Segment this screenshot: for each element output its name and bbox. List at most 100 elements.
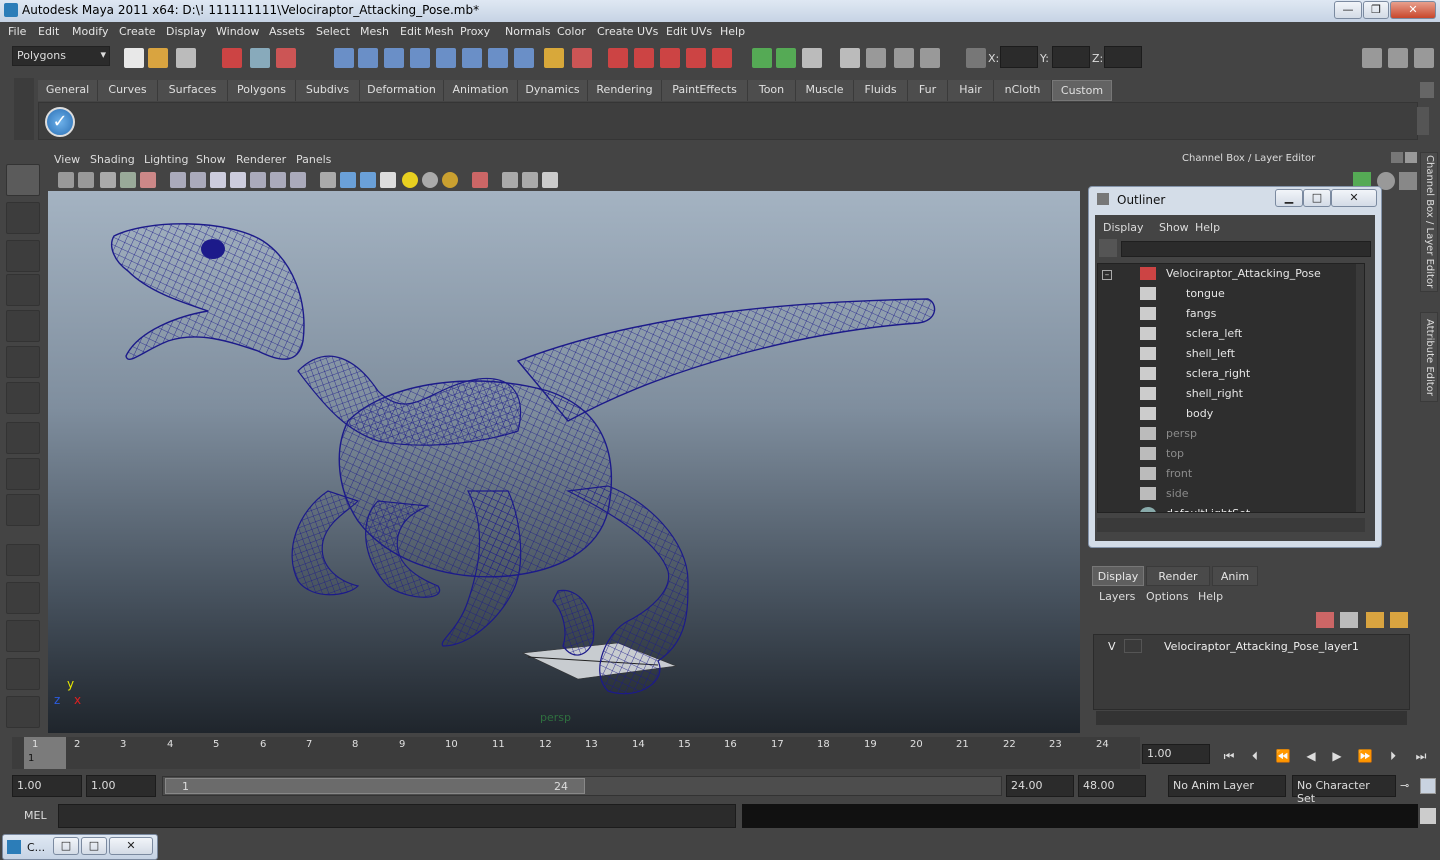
range-slider[interactable]: 1 24 [162,776,1002,796]
menu-file[interactable]: File [8,25,26,38]
minimize-button[interactable]: — [1334,1,1362,19]
animation-preferences-icon[interactable] [1420,778,1436,794]
outliner-filter-field[interactable] [1121,241,1371,257]
grid-icon[interactable] [170,172,186,188]
menu-proxy[interactable]: Proxy [460,25,490,38]
pick-curves-icon[interactable] [384,48,404,68]
layer-menu-help[interactable]: Help [1198,590,1223,603]
show-channel-box-icon[interactable] [1414,48,1434,68]
outliner-item-sclera-left[interactable]: sclera_left [1098,324,1358,344]
select-component-icon[interactable] [276,48,296,68]
anim-layer-dropdown[interactable]: No Anim Layer [1168,775,1286,797]
outliner-item-root[interactable]: Velociraptor_Attacking_Pose [1098,264,1358,284]
menu-edit-mesh[interactable]: Edit Mesh [400,25,454,38]
menu-edit-uvs[interactable]: Edit UVs [666,25,712,38]
menu-mesh[interactable]: Mesh [360,25,389,38]
shelf-tab-surfaces[interactable]: Surfaces [158,80,228,101]
layer-tab-render[interactable]: Render [1146,566,1210,586]
paint-select-tool-icon[interactable] [6,240,40,272]
outliner-menu-display[interactable]: Display [1103,221,1144,234]
xray-joints-icon[interactable] [522,172,538,188]
default-lighting-icon[interactable] [402,172,418,188]
outliner-minimize-button[interactable]: ▁ [1275,189,1303,207]
shelf-menu-handle[interactable] [14,78,34,140]
outliner-item-persp[interactable]: persp [1098,424,1358,444]
vp-menu-shading[interactable]: Shading [90,153,135,166]
pick-deformations-icon[interactable] [436,48,456,68]
close-button[interactable]: ✕ [1390,1,1436,19]
move-tool-icon[interactable] [6,274,40,306]
move-layer-up-icon[interactable] [1316,612,1334,628]
layer-color-swatch[interactable] [1148,639,1160,653]
play-backwards-icon[interactable]: ◀ [1300,747,1322,765]
layer-tab-display[interactable]: Display [1092,566,1144,586]
shelf-tab-ncloth[interactable]: nCloth [994,80,1052,101]
maximize-button[interactable]: ❐ [1363,1,1389,19]
layer-tab-anim[interactable]: Anim [1212,566,1258,586]
new-layer-selected-icon[interactable] [1390,612,1408,628]
key-icon[interactable]: ⊸ [1400,779,1414,793]
isolate-select-icon[interactable] [472,172,488,188]
mode-selector[interactable]: Polygons ▾ [12,46,110,66]
layer-playback-toggle[interactable] [1124,639,1142,653]
lasso-tool-icon[interactable] [6,202,40,234]
show-attribute-editor-icon[interactable] [1362,48,1382,68]
outliner-item-body[interactable]: body [1098,404,1358,424]
close-panel-icon[interactable] [1405,152,1417,163]
shelf-tab-general[interactable]: General [38,80,98,101]
move-layer-down-icon[interactable] [1340,612,1358,628]
safe-action-icon[interactable] [270,172,286,188]
shelf-tab-fur[interactable]: Fur [908,80,948,101]
pick-surfaces-icon[interactable] [410,48,430,68]
select-object-icon[interactable] [250,48,270,68]
vp-menu-renderer[interactable]: Renderer [236,153,286,166]
outliner-item-side[interactable]: side [1098,484,1358,504]
maximize-minimized-button[interactable]: □ [81,837,107,855]
shelf-tab-painteffects[interactable]: PaintEffects [662,80,748,101]
snap-curve-icon[interactable] [634,48,654,68]
shelf-tab-hair[interactable]: Hair [948,80,994,101]
shelf-tab-polygons[interactable]: Polygons [228,80,296,101]
last-tool-icon[interactable] [6,494,40,526]
layer-horizontal-scrollbar[interactable] [1096,711,1407,725]
ipr-render-icon[interactable] [840,48,860,68]
menu-display[interactable]: Display [166,25,207,38]
menu-select[interactable]: Select [316,25,350,38]
vp-menu-panels[interactable]: Panels [296,153,331,166]
playback-start-field[interactable]: 1.00 [86,775,156,797]
range-slider-handle[interactable]: 1 24 [165,778,585,794]
outliner-item-tongue[interactable]: tongue [1098,284,1358,304]
attribute-mode-icon[interactable] [1399,172,1417,190]
layer-visibility-toggle[interactable]: V [1108,640,1116,653]
pick-rendering-icon[interactable] [488,48,508,68]
script-editor-icon[interactable] [1420,808,1436,824]
animation-start-field[interactable]: 1.00 [12,775,82,797]
vp-menu-lighting[interactable]: Lighting [144,153,188,166]
step-back-frame-icon[interactable]: ⏴ [1244,747,1266,765]
shelf-tab-rendering[interactable]: Rendering [588,80,662,101]
soft-modification-icon[interactable] [6,422,40,454]
input-output-icon[interactable] [752,48,772,68]
wireframe-on-shaded-icon[interactable] [360,172,376,188]
shelf-tab-dynamics[interactable]: Dynamics [518,80,588,101]
construction-history-icon[interactable] [776,48,796,68]
x-field[interactable] [1000,46,1038,68]
shelf-tab-toon[interactable]: Toon [748,80,796,101]
shelf-tab-animation[interactable]: Animation [444,80,518,101]
shelf-scroll-arrows[interactable] [1417,107,1429,135]
four-view-layout-icon[interactable] [6,582,40,614]
show-manipulator-icon[interactable] [6,458,40,490]
go-to-end-icon[interactable]: ⏭ [1410,747,1432,765]
graph-editor-layout-icon[interactable] [6,658,40,690]
step-forward-key-icon[interactable]: ⏩ [1354,747,1376,765]
mel-label[interactable]: MEL [24,809,47,822]
minimized-window[interactable]: C... □ □ ✕ [2,834,158,860]
shelf-tab-curves[interactable]: Curves [98,80,158,101]
vp-menu-view[interactable]: View [54,153,80,166]
safe-title-icon[interactable] [290,172,306,188]
pick-handles-icon[interactable] [334,48,354,68]
side-tab-attribute-editor[interactable]: Attribute Editor [1420,312,1438,402]
go-to-start-icon[interactable]: ⏮ [1218,747,1240,765]
new-scene-icon[interactable] [124,48,144,68]
shelf-tab-fluids[interactable]: Fluids [854,80,908,101]
